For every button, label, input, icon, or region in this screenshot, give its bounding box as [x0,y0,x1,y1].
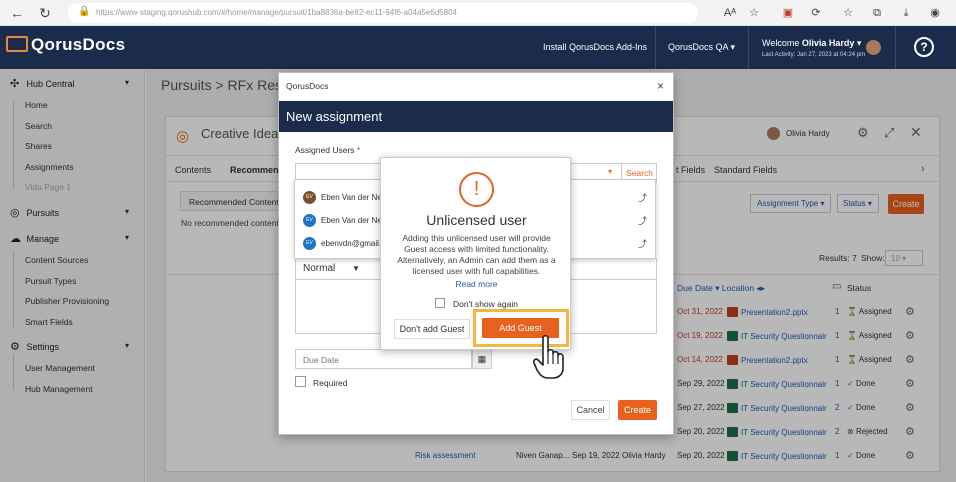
divider [895,26,896,69]
profile-icon[interactable]: ◉ [927,5,943,21]
dont-add-guest-button[interactable]: Don't add Guest [394,319,470,339]
back-icon[interactable]: ← [8,4,26,22]
warning-icon: ! [459,172,494,207]
close-icon[interactable]: × [657,79,664,93]
dont-show-again-label: Don't show again [453,299,518,309]
format-value: Normal [303,263,336,274]
create-button[interactable]: Create [618,400,657,420]
chart-icon[interactable]: ⤴ [638,191,647,204]
workspace-name: QorusDocs QA [668,42,729,52]
required-mark: * [356,145,361,155]
last-activity: Last Activity: Jan 27, 2023 at 04:24 pm [762,52,866,58]
refresh-icon[interactable]: ↻ [36,4,54,22]
help-icon[interactable]: ? [914,37,934,57]
dont-show-again-checkbox[interactable] [435,298,445,308]
caret-down-icon: ▼ [352,264,360,273]
user-name: ebenvdn@gmail.c [321,239,386,248]
user-name: Olivia Hardy [801,38,855,48]
assigned-users-label: Assigned Users * [295,145,360,155]
popup-title: Unlicensed user [426,212,527,228]
avatar: EV [303,214,316,227]
brand-name: QorusDocs [31,35,126,54]
chart-icon[interactable]: ⤴ [638,237,647,250]
divider [655,26,656,69]
lock-icon: 🔒 [78,6,91,17]
label-text: Assigned Users [295,145,355,155]
avatar: EV [303,191,316,204]
avatar[interactable] [866,40,881,55]
favorite-icon[interactable]: ☆ [746,5,762,21]
url-text[interactable]: https://www-staging.qorushub.com/#/home/… [96,8,457,17]
brand-logo[interactable]: QorusDocs [6,35,125,55]
collections-icon[interactable]: ⧉ [869,5,885,21]
format-select[interactable]: Normal ▼ [303,263,360,274]
app-header: QorusDocs Install QorusDocs Add-Ins Qoru… [0,26,956,69]
required-label: Required [313,378,348,388]
download-icon[interactable]: ⤓ [898,5,914,21]
popup-message: Adding this unlicensed user will provide… [397,233,556,276]
caret-down-icon: ▾ [856,38,862,48]
avatar: EV [303,237,316,250]
address-bar[interactable]: 🔒 https://www-staging.qorushub.com/#/hom… [68,3,698,23]
extension-icon[interactable]: ▣ [780,5,796,21]
chart-icon[interactable]: ⤴ [638,214,647,227]
caret-down-icon[interactable]: ▾ [608,167,612,176]
due-date-input[interactable]: Due Date [295,349,472,369]
dialog-window-title: QorusDocs [286,81,329,91]
caret-down-icon: ▾ [730,42,736,52]
user-menu[interactable]: Welcome Olivia Hardy ▾ [762,38,861,49]
welcome-text: Welcome [762,38,800,48]
hand-cursor-icon [533,334,564,379]
install-addins-link[interactable]: Install QorusDocs Add-Ins [543,42,647,52]
required-checkbox[interactable] [295,376,306,387]
browser-toolbar: ← ↻ 🔒 https://www-staging.qorushub.com/#… [0,0,956,26]
cancel-button[interactable]: Cancel [571,400,610,420]
user-name: Eben Van der Nes [321,193,386,202]
read-aloud-icon[interactable]: Aᴬ [722,5,738,21]
dialog-title: New assignment [279,101,673,132]
divider [748,26,749,69]
sync-icon[interactable]: ⟳ [808,5,824,21]
calendar-icon[interactable]: ▦ [472,349,492,369]
workspace-menu[interactable]: QorusDocs QA ▾ [668,42,735,53]
favorites-icon[interactable]: ☆ [840,5,856,21]
read-more-link[interactable]: Read more [381,279,572,289]
user-name: Eben Van der Nes [321,216,386,225]
logo-icon [6,36,28,52]
